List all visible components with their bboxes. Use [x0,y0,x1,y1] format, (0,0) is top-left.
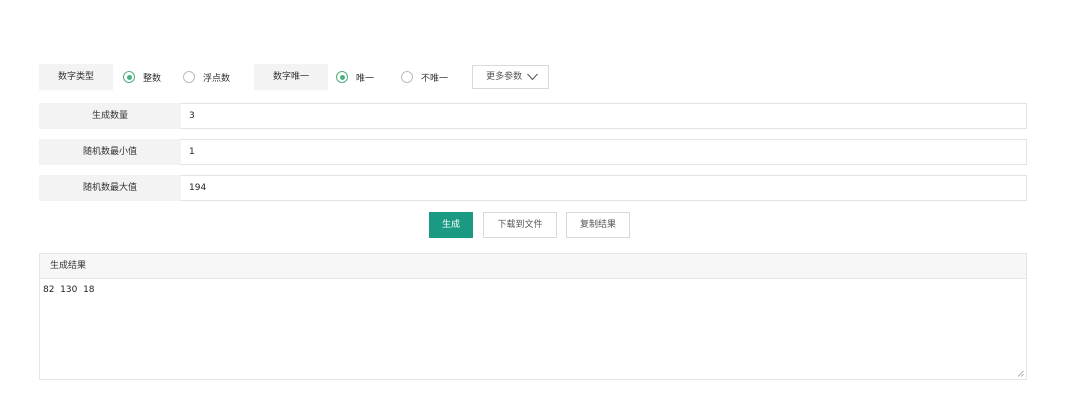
action-buttons: 生成 下载到文件 复制结果 [0,212,1080,238]
radio-checked-icon [123,71,135,83]
min-label: 随机数最小值 [39,139,181,165]
more-params-button[interactable]: 更多参数 [472,65,550,89]
count-input[interactable]: 3 [181,103,1027,129]
radio-integer[interactable]: 整数 [123,71,161,84]
result-panel: 生成结果 82 130 18 [39,253,1027,380]
chevron-down-icon [527,73,538,81]
number-type-label: 数字类型 [39,64,113,90]
radio-unchecked-icon [401,71,414,83]
radio-unique-label: 唯一 [356,73,375,84]
radio-integer-label: 整数 [143,73,162,84]
copy-button[interactable]: 复制结果 [566,212,630,238]
min-input[interactable]: 1 [181,139,1027,165]
radio-float-label: 浮点数 [203,73,231,84]
unique-label: 数字唯一 [254,64,329,90]
radio-unchecked-icon [183,71,196,83]
result-textarea[interactable]: 82 130 18 [40,279,1026,295]
more-params-label: 更多参数 [486,72,523,82]
min-row: 随机数最小值 1 [39,139,1027,165]
radio-not-unique-label: 不唯一 [421,73,449,84]
result-header: 生成结果 [40,254,1026,279]
count-label: 生成数量 [39,103,181,129]
radio-not-unique[interactable]: 不唯一 [401,71,448,84]
max-label: 随机数最大值 [39,175,181,201]
radio-unique[interactable]: 唯一 [336,71,374,84]
options-row: 数字类型 整数 浮点数 数字唯一 唯一 不唯一 更多参数 [39,64,550,90]
radio-checked-icon [336,71,349,83]
radio-float[interactable]: 浮点数 [183,71,230,84]
download-button[interactable]: 下载到文件 [483,212,557,238]
resize-handle-icon[interactable] [1017,370,1024,377]
generate-button[interactable]: 生成 [429,212,473,238]
count-row: 生成数量 3 [39,103,1027,129]
max-input[interactable]: 194 [181,175,1027,201]
max-row: 随机数最大值 194 [39,175,1027,201]
